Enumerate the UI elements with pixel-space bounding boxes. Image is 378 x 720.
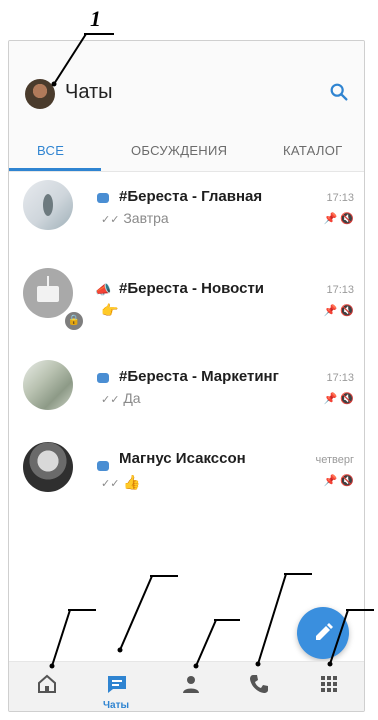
chat-status-icons: 📌 🔇: [324, 304, 354, 317]
chat-row[interactable]: 🔒 📣 #Береста - Новости 17:13 👉 📌 🔇: [9, 264, 364, 348]
last-message: 👍: [123, 474, 141, 490]
megaphone-icon: 📣: [95, 282, 112, 297]
home-icon[interactable]: [35, 672, 59, 696]
read-ticks-icon: ✓✓: [101, 214, 120, 226]
pencil-icon: [316, 623, 333, 640]
tab-all[interactable]: ВСЕ: [37, 143, 64, 158]
phone-screen: Чаты ВСЕ ОБСУЖДЕНИЯ КАТАЛОГ #Береста - Г…: [8, 40, 365, 712]
tab-bar: ВСЕ ОБСУЖДЕНИЯ КАТАЛОГ: [9, 129, 364, 172]
chat-avatar: [23, 268, 73, 318]
chat-status-icons: 📌 🔇: [324, 392, 354, 405]
chat-time: четверг: [315, 454, 355, 466]
chat-preview: ✓✓ Да: [101, 390, 141, 406]
apps-grid-icon[interactable]: [317, 672, 341, 696]
chat-row[interactable]: #Береста - Главная 17:13 ✓✓ Завтра 📌 🔇: [9, 172, 364, 256]
chat-time: 17:13: [326, 192, 354, 204]
compose-button[interactable]: [297, 607, 349, 659]
read-ticks-icon: ✓✓: [101, 394, 120, 406]
chat-time: 17:13: [326, 372, 354, 384]
channel-icon: [97, 373, 109, 383]
last-message: Да: [123, 390, 141, 406]
chat-name: #Береста - Маркетинг: [119, 368, 279, 385]
active-tab-indicator: [9, 168, 101, 171]
chat-preview: ✓✓ 👍: [101, 474, 141, 491]
mute-icon: 🔇: [340, 475, 354, 487]
annotation-1: 1: [90, 6, 101, 31]
chat-avatar: [23, 360, 73, 410]
mute-icon: 🔇: [340, 393, 354, 405]
pin-icon: 📌: [323, 475, 338, 487]
chat-status-icons: 📌 🔇: [324, 212, 354, 225]
chat-row[interactable]: Магнус Исакссон четверг ✓✓ 👍 📌 🔇: [9, 440, 364, 524]
person-icon[interactable]: [179, 672, 203, 696]
mute-icon: 🔇: [340, 305, 354, 317]
channel-icon: [97, 193, 109, 203]
pin-icon: 📌: [323, 305, 338, 317]
chat-avatar: [23, 180, 73, 230]
last-message: 👉: [101, 302, 119, 318]
tab-catalog[interactable]: КАТАЛОГ: [283, 143, 342, 158]
chat-name: #Береста - Новости: [119, 280, 265, 297]
mute-icon: 🔇: [340, 213, 354, 225]
chat-time: 17:13: [326, 284, 354, 296]
chat-name: Магнус Исакссон: [119, 450, 246, 467]
user-icon: [97, 461, 109, 471]
page-title: Чаты: [65, 81, 113, 103]
app-header: Чаты: [9, 41, 364, 129]
chat-row[interactable]: #Береста - Маркетинг 17:13 ✓✓ Да 📌 🔇: [9, 352, 364, 436]
chat-icon[interactable]: [105, 672, 129, 696]
pin-icon: 📌: [323, 213, 338, 225]
chat-preview: ✓✓ Завтра: [101, 210, 169, 226]
phone-icon[interactable]: [247, 672, 271, 696]
chats-nav-label: Чаты: [103, 700, 130, 711]
tab-discussions[interactable]: ОБСУЖДЕНИЯ: [131, 143, 227, 158]
search-icon[interactable]: [328, 81, 350, 103]
chat-avatar: [23, 442, 73, 492]
read-ticks-icon: ✓✓: [101, 478, 120, 490]
bottom-navigation: Чаты: [9, 661, 364, 711]
profile-avatar[interactable]: [25, 79, 55, 109]
chat-preview: 👉: [101, 302, 118, 319]
pin-icon: 📌: [323, 393, 338, 405]
chat-status-icons: 📌 🔇: [324, 474, 354, 487]
chat-name: #Береста - Главная: [119, 188, 263, 205]
lock-icon: 🔒: [63, 310, 85, 332]
last-message: Завтра: [123, 210, 169, 226]
